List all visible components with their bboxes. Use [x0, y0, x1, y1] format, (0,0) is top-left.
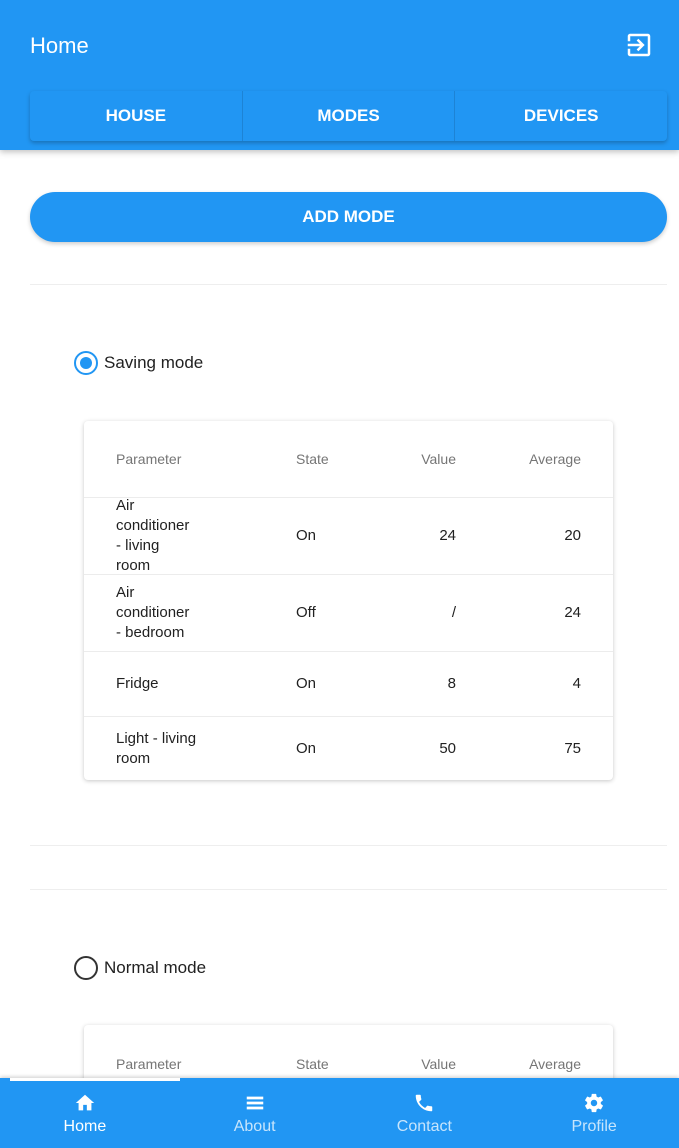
column-header-state: State [296, 451, 329, 467]
table-row: Light - living room On 50 75 [84, 717, 613, 780]
cell-average: 20 [564, 527, 581, 544]
mode-table-saving: Parameter State Value Average Air condit… [84, 421, 613, 780]
cell-parameter: Air conditioner - living room [116, 497, 190, 574]
page-title: Home [30, 33, 89, 58]
nav-label: Contact [396, 1118, 452, 1135]
table-row: Air conditioner - living room On 24 20 [84, 497, 613, 575]
phone-icon [416, 1094, 433, 1112]
cell-average: 4 [572, 675, 581, 692]
bottom-navigation: Home About Contact Profile [0, 1078, 679, 1148]
add-mode-button[interactable]: ADD MODE [30, 192, 667, 242]
table-row: Air conditioner - bedroom Off / 24 [84, 575, 613, 652]
cell-parameter: Light - living room [116, 729, 197, 767]
mode-label: Normal mode [104, 958, 207, 977]
tab-bar: HOUSE MODES DEVICES [30, 91, 667, 141]
divider [30, 284, 667, 285]
mode-label: Saving mode [104, 353, 204, 372]
logout-button[interactable] [624, 30, 654, 60]
radio-unchecked-icon [74, 956, 98, 980]
column-header-parameter: Parameter [116, 1055, 182, 1072]
cell-parameter: Fridge [116, 675, 159, 692]
cell-value: 8 [447, 675, 456, 692]
tab-devices[interactable]: DEVICES [455, 91, 667, 141]
list-icon [246, 1096, 263, 1110]
gear-icon [585, 1093, 604, 1113]
cell-parameter: Air conditioner - bedroom [116, 584, 190, 641]
column-header-parameter: Parameter [116, 451, 182, 467]
cell-value: 50 [439, 739, 456, 757]
cell-state: On [296, 675, 317, 692]
column-header-average: Average [529, 451, 581, 467]
nav-contact[interactable]: Contact [340, 1078, 510, 1148]
cell-value: / [451, 604, 456, 621]
table-header-row: Parameter State Value Average [84, 421, 613, 498]
nav-profile[interactable]: Profile [509, 1078, 679, 1148]
nav-home[interactable]: Home [0, 1078, 180, 1148]
logout-icon [627, 33, 651, 57]
nav-about[interactable]: About [170, 1078, 340, 1148]
nav-label: About [233, 1118, 276, 1135]
tab-house[interactable]: HOUSE [30, 91, 243, 141]
tab-modes[interactable]: MODES [243, 91, 456, 141]
home-icon [75, 1094, 95, 1111]
divider [30, 889, 667, 890]
mode-radio-saving[interactable]: Saving mode [74, 351, 203, 375]
column-header-value: Value [421, 451, 456, 467]
divider [30, 845, 667, 846]
cell-state: On [296, 739, 317, 757]
cell-average: 24 [564, 604, 581, 621]
table-row: Fridge On 8 4 [84, 652, 613, 717]
column-header-state: State [296, 1055, 329, 1072]
column-header-average: Average [529, 1055, 581, 1072]
cell-average: 75 [564, 739, 581, 757]
nav-label: Profile [571, 1118, 617, 1135]
cell-value: 24 [439, 527, 456, 544]
cell-state: On [296, 527, 317, 544]
cell-state: Off [296, 604, 316, 621]
mode-radio-normal[interactable]: Normal mode [74, 956, 206, 980]
column-header-value: Value [421, 1055, 456, 1072]
app-bar: Home HOUSE MODES DEVICES [0, 0, 679, 150]
radio-checked-icon [74, 351, 98, 375]
nav-label: Home [63, 1118, 107, 1135]
